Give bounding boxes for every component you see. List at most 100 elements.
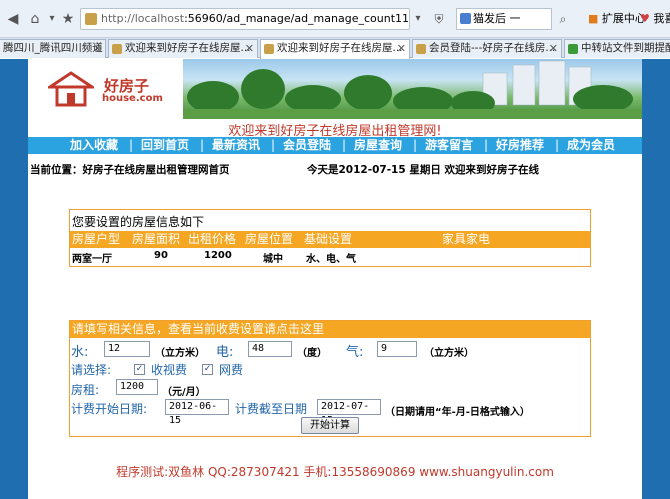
electric-unit: （度） bbox=[297, 348, 327, 359]
table-caption: 您要设置的房屋信息如下 bbox=[72, 215, 205, 229]
search-input[interactable]: 猫发后 一 bbox=[456, 8, 552, 30]
page-icon bbox=[112, 44, 122, 54]
nav-member-login[interactable]: 会员登陆 bbox=[283, 137, 331, 154]
cell-basic: 水、电、气 bbox=[306, 254, 356, 265]
cell-area: 90 bbox=[154, 250, 168, 261]
extension-center-button[interactable]: ■ 扩展中心 bbox=[588, 10, 646, 28]
start-date-label: 计费开始日期: bbox=[71, 402, 148, 416]
page-icon bbox=[568, 44, 578, 54]
footer-credits: 程序测试:双鱼林 QQ:287307421 手机:13558690869 www… bbox=[116, 465, 554, 479]
tab-3-active[interactable]: 欢迎来到好房子在线房屋... ✕ bbox=[260, 39, 410, 59]
rent-input[interactable]: 1200 bbox=[116, 379, 158, 395]
heart-icon: ♥ bbox=[640, 12, 650, 25]
nav-separator: | bbox=[555, 138, 560, 152]
left-border bbox=[0, 59, 28, 499]
rent-unit: （元/月） bbox=[162, 387, 206, 398]
tab-label: 会员登陆---好房子在线房... bbox=[429, 42, 556, 54]
home-icon[interactable]: ⌂ bbox=[24, 8, 46, 30]
site-icon bbox=[85, 13, 97, 25]
tab-label: 腾四川_腾讯四川频道 bbox=[3, 42, 103, 54]
end-date-input[interactable]: 2012-07-15 bbox=[317, 399, 381, 426]
close-icon[interactable]: ✕ bbox=[397, 40, 406, 57]
star-icon[interactable]: ★ bbox=[58, 8, 78, 30]
dropdown-icon[interactable]: ▾ bbox=[410, 8, 426, 30]
form-header-link[interactable]: 请填写相关信息，查看当前收费设置请点击这里 bbox=[70, 321, 590, 338]
page-icon bbox=[264, 44, 274, 54]
close-icon[interactable]: ✕ bbox=[245, 40, 254, 57]
col-header: 家具家电 bbox=[442, 232, 491, 246]
tab-label: 欢迎来到好房子在线房屋... bbox=[125, 42, 251, 54]
page-icon bbox=[416, 44, 426, 54]
puzzle-icon: ■ bbox=[588, 12, 599, 25]
tv-fee-checkbox[interactable]: ✓ bbox=[134, 364, 145, 375]
back-icon[interactable]: ◀ bbox=[4, 8, 22, 30]
cell-price: 1200 bbox=[204, 250, 232, 261]
nav-news[interactable]: 最新资讯 bbox=[212, 137, 260, 154]
col-header: 出租价格 bbox=[188, 232, 237, 246]
tab-strip: 腾四川_腾讯四川频道 ✕ 欢迎来到好房子在线房屋... ✕ 欢迎来到好房子在线房… bbox=[0, 38, 670, 59]
close-icon[interactable]: ✕ bbox=[549, 40, 558, 57]
close-icon[interactable]: ✕ bbox=[93, 40, 102, 57]
nav-add-favorite[interactable]: 加入收藏 bbox=[70, 137, 118, 154]
nav-recommend[interactable]: 好房推荐 bbox=[496, 137, 544, 154]
house-logo-icon bbox=[48, 71, 94, 107]
search-icon[interactable]: ⌕ bbox=[553, 8, 573, 30]
col-header: 房屋位置 bbox=[245, 232, 294, 246]
gas-label: 气: bbox=[346, 345, 364, 360]
electric-input[interactable]: 48 bbox=[248, 341, 292, 357]
tab-label: 中转站文件到期提醒 bbox=[581, 42, 670, 54]
water-label: 水: bbox=[71, 345, 89, 360]
logo-text-en: house.com bbox=[102, 93, 163, 104]
page-content: 好房子 house.com 欢迎来到好房子在线房屋出租管理网! 加入收藏 | 回… bbox=[0, 59, 670, 499]
net-fee-label: 网费 bbox=[219, 363, 244, 377]
electric-label: 电: bbox=[216, 345, 234, 360]
address-bar[interactable]: http://localhost:56960/ad_manage/ad_mana… bbox=[80, 8, 410, 30]
search-engine-icon bbox=[460, 13, 471, 24]
nav-separator: | bbox=[413, 138, 418, 152]
calculate-button[interactable]: 开始计算 bbox=[301, 417, 359, 434]
net-fee-checkbox[interactable]: ✓ bbox=[202, 364, 213, 375]
tab-1[interactable]: 腾四川_腾讯四川频道 ✕ bbox=[0, 39, 106, 58]
nav-home[interactable]: 回到首页 bbox=[141, 137, 189, 154]
start-date-input[interactable]: 2012-06-15 bbox=[165, 399, 229, 426]
col-header: 房屋面积 bbox=[132, 232, 181, 246]
url-rest: :56960/ad_manage/ad_manage_count11.asp bbox=[184, 12, 410, 25]
date-format-hint: （日期请用“年-月-日格式输入） bbox=[385, 407, 530, 418]
favorite-button[interactable]: ♥ 我喜欢 bbox=[640, 10, 670, 28]
cell-layout: 两室一厅 bbox=[72, 254, 112, 265]
banner-scenery bbox=[183, 60, 642, 119]
water-input[interactable]: 12 bbox=[104, 341, 150, 357]
main-nav: 加入收藏 | 回到首页 | 最新资讯 | 会员登陆 | 房屋查询 | 游客留言 … bbox=[28, 137, 642, 154]
house-info-table: 您要设置的房屋信息如下 房屋户型 房屋面积 出租价格 房屋位置 基础设置 家具家… bbox=[69, 209, 591, 267]
nav-house-search[interactable]: 房屋查询 bbox=[354, 137, 402, 154]
search-text: 猫发后 一 bbox=[473, 12, 521, 25]
tab-2[interactable]: 欢迎来到好房子在线房屋... ✕ bbox=[108, 39, 258, 58]
cell-location: 城中 bbox=[263, 254, 283, 265]
browser-toolbar: ◀ ⌂ ▾ ★ http://localhost:56960/ad_manage… bbox=[0, 0, 670, 38]
tab-5[interactable]: 中转站文件到期提醒 bbox=[564, 39, 670, 58]
shield-icon[interactable]: ⛨ bbox=[428, 8, 450, 30]
gas-unit: （立方米） bbox=[424, 348, 474, 359]
nav-separator: | bbox=[200, 138, 205, 152]
tab-label: 欢迎来到好房子在线房屋... bbox=[277, 42, 403, 54]
breadcrumb: 当前位置：好房子在线房屋出租管理网首页 bbox=[30, 164, 230, 176]
nav-separator: | bbox=[271, 138, 276, 152]
tab-4[interactable]: 会员登陆---好房子在线房... ✕ bbox=[412, 39, 562, 58]
right-border bbox=[642, 59, 670, 499]
water-unit: （立方米） bbox=[155, 348, 205, 359]
ext-fav-label: 我喜欢 bbox=[653, 12, 670, 25]
gas-input[interactable]: 9 bbox=[377, 341, 417, 357]
nav-separator: | bbox=[129, 138, 134, 152]
end-date-label: 计费截至日期 bbox=[235, 402, 308, 416]
logo[interactable]: 好房子 house.com bbox=[28, 59, 183, 119]
date-line: 今天是2012-07-15 星期日 欢迎来到好房子在线 bbox=[307, 164, 539, 176]
banner-image bbox=[183, 59, 642, 119]
col-header: 基础设置 bbox=[304, 232, 353, 246]
nav-separator: | bbox=[484, 138, 489, 152]
chevron-down-icon[interactable]: ▾ bbox=[46, 8, 58, 30]
nav-register[interactable]: 成为会员 bbox=[567, 137, 615, 154]
nav-guestbook[interactable]: 游客留言 bbox=[425, 137, 473, 154]
tv-fee-label: 收视费 bbox=[151, 363, 188, 377]
rent-label: 房租: bbox=[71, 383, 100, 397]
url-prefix: http://localhost bbox=[101, 12, 185, 25]
